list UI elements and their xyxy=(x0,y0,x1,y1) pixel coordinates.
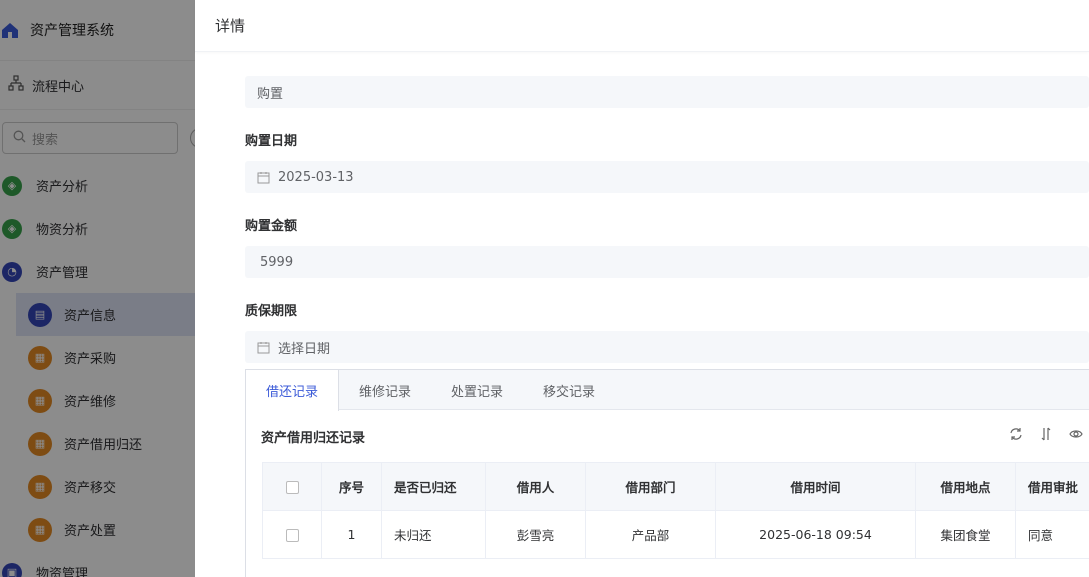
column-header: 借用时间 xyxy=(715,462,916,511)
warranty-placeholder: 选择日期 xyxy=(278,341,331,357)
records-tabs: 借还记录 维修记录 处置记录 移交记录 资产借用归还记录 序号 是否已归还 借用… xyxy=(245,369,1089,577)
table-header-row: 序号 是否已归还 借用人 借用部门 借用时间 借用地点 借用审批 xyxy=(262,462,1089,511)
tab-repair-records[interactable]: 维修记录 xyxy=(339,370,431,410)
table-cell: 彭雪亮 xyxy=(485,510,586,559)
table-toolbar xyxy=(1009,427,1083,445)
calendar-icon xyxy=(257,171,270,184)
column-header: 借用部门 xyxy=(585,462,716,511)
table-cell: 集团食堂 xyxy=(915,510,1016,559)
select-all-checkbox[interactable] xyxy=(285,481,299,494)
row-checkbox-cell[interactable] xyxy=(262,510,322,559)
table-row[interactable]: 1 未归还 彭雪亮 产品部 2025-06-18 09:54 集团食堂 同意 xyxy=(262,510,1089,559)
table-cell: 未归还 xyxy=(381,510,486,559)
table-cell: 产品部 xyxy=(585,510,716,559)
section-title: 资产借用归还记录 xyxy=(261,430,366,446)
table-cell: 同意 xyxy=(1015,510,1089,559)
tab-borrow-records[interactable]: 借还记录 xyxy=(246,370,340,411)
drawer-title: 详情 xyxy=(195,0,1089,52)
purchase-amount-field: 5999 xyxy=(245,246,1089,278)
detail-form: 购置 购置日期 2025-03-13 购置金额 5999 质保期限 选择日期 xyxy=(245,62,1089,363)
density-icon[interactable] xyxy=(1039,427,1053,445)
modal-overlay[interactable] xyxy=(0,0,196,577)
purchase-type-field: 购置 xyxy=(245,76,1089,108)
eye-icon[interactable] xyxy=(1069,427,1083,445)
purchase-date-field: 2025-03-13 xyxy=(245,161,1089,193)
tab-disposal-records[interactable]: 处置记录 xyxy=(431,370,523,410)
table-cell: 1 xyxy=(321,510,382,559)
select-all-checkbox-cell[interactable] xyxy=(262,462,322,511)
tab-content: 资产借用归还记录 序号 是否已归还 借用人 借用部门 借用时间 借用地点 借用审… xyxy=(246,410,1089,559)
purchase-date-label: 购置日期 xyxy=(245,134,298,149)
row-checkbox[interactable] xyxy=(285,529,299,542)
column-header: 序号 xyxy=(321,462,382,511)
purchase-date-value: 2025-03-13 xyxy=(278,169,354,185)
calendar-icon xyxy=(257,341,270,354)
column-header: 借用审批 xyxy=(1015,462,1089,511)
column-header: 是否已归还 xyxy=(381,462,486,511)
tab-transfer-records[interactable]: 移交记录 xyxy=(523,370,615,410)
warranty-date-picker[interactable]: 选择日期 xyxy=(245,331,1089,363)
column-header: 借用地点 xyxy=(915,462,1016,511)
purchase-amount-label: 购置金额 xyxy=(245,219,298,234)
tabs-header: 借还记录 维修记录 处置记录 移交记录 xyxy=(246,370,1089,411)
detail-drawer: 详情 购置 购置日期 2025-03-13 购置金额 5999 质保期限 选择日… xyxy=(195,0,1089,577)
warranty-label: 质保期限 xyxy=(245,304,298,319)
column-header: 借用人 xyxy=(485,462,586,511)
refresh-icon[interactable] xyxy=(1009,427,1023,445)
borrow-records-table: 序号 是否已归还 借用人 借用部门 借用时间 借用地点 借用审批 1 未归还 彭… xyxy=(262,462,1089,559)
table-cell: 2025-06-18 09:54 xyxy=(715,510,916,559)
